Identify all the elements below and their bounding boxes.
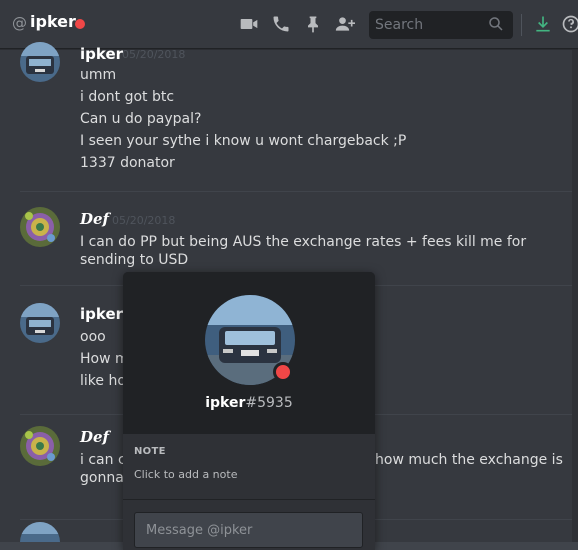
popout-username[interactable]: ipker#5935 <box>123 395 375 411</box>
popout-name: ipker <box>205 395 246 411</box>
status-indicator <box>75 19 85 29</box>
username[interactable]: Def <box>80 210 109 228</box>
header-divider <box>521 14 522 36</box>
popout-divider <box>123 499 375 500</box>
channel-name: ipker <box>30 12 76 31</box>
search-box[interactable] <box>369 11 513 39</box>
message-line: I can do PP but being AUS the exchange r… <box>80 234 527 268</box>
username[interactable]: Def <box>80 428 109 446</box>
message-line: Can u do paypal? <box>80 111 202 127</box>
status-indicator <box>273 362 293 382</box>
timestamp: 05/20/2018 <box>122 48 186 61</box>
note-input[interactable]: Click to add a note <box>134 468 237 481</box>
pin-icon[interactable] <box>302 13 324 35</box>
message-line: How m <box>80 351 129 367</box>
avatar[interactable] <box>20 303 60 343</box>
avatar[interactable] <box>20 207 60 247</box>
avatar[interactable] <box>20 426 60 466</box>
note-label: NOTE <box>134 446 166 457</box>
scrollbar[interactable] <box>572 50 578 550</box>
message-line: ooo <box>80 329 106 345</box>
message-line: gonna <box>80 470 124 486</box>
timestamp: 05/20/2018 <box>112 214 176 227</box>
message-line: I seen your sythe i know u wont chargeba… <box>80 133 407 149</box>
download-icon[interactable] <box>532 13 554 35</box>
search-icon <box>487 15 507 35</box>
add-friend-icon[interactable] <box>334 13 356 35</box>
search-input[interactable] <box>369 11 485 39</box>
video-call-icon[interactable] <box>238 13 260 35</box>
avatar[interactable] <box>20 42 60 82</box>
message-line: how much the exchange is <box>375 452 563 468</box>
message-line: 1337 donator <box>80 155 175 171</box>
popout-header: ipker#5935 <box>123 272 375 434</box>
help-icon[interactable] <box>560 13 578 35</box>
popout-body: NOTE Click to add a note <box>123 434 375 550</box>
user-popout: ipker#5935 NOTE Click to add a note <box>123 272 375 550</box>
message-line: i dont got btc <box>80 89 175 105</box>
username[interactable]: ipker <box>80 305 123 323</box>
message-divider <box>20 191 578 192</box>
message-line: umm <box>80 67 117 83</box>
username[interactable]: ipker <box>80 45 123 63</box>
voice-call-icon[interactable] <box>270 13 292 35</box>
channel-header: @ ipker <box>0 0 578 49</box>
message-input[interactable] <box>134 512 363 548</box>
popout-discriminator: #5935 <box>245 395 293 411</box>
at-icon: @ <box>12 14 27 32</box>
